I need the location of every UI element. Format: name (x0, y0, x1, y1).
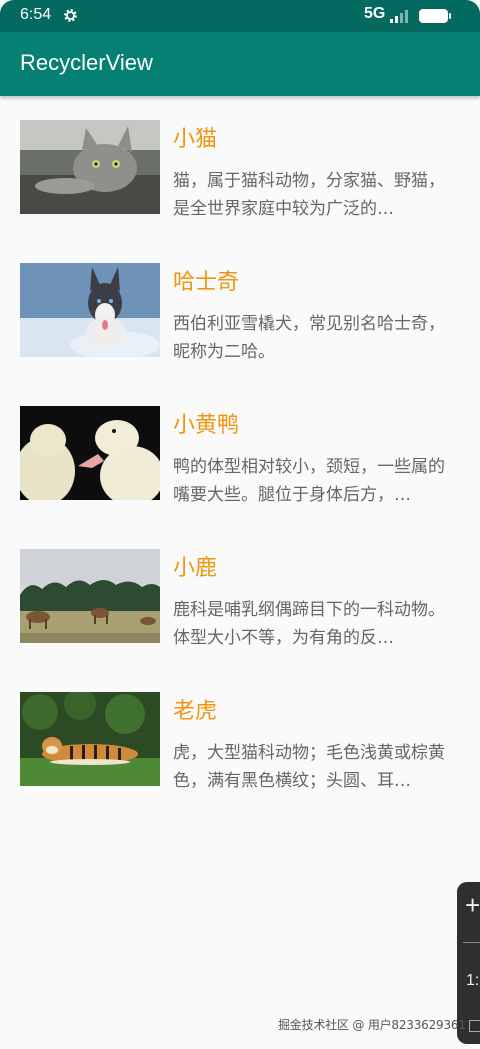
item-title: 哈士奇 (173, 270, 240, 295)
item-description: 猫，属于猫科动物，分家猫、野猫，是全世界家庭中较为广泛的… (173, 171, 445, 219)
item-description: 鸭的体型相对较小，颈短，一些属的嘴要大些。腿位于身体后方，… (173, 457, 445, 505)
settings-gear-icon (64, 9, 77, 22)
list-item[interactable]: 小鹿 鹿科是哺乳纲偶蹄目下的一科动物。体型大小不等，为有角的反… (20, 525, 460, 648)
panel-divider (463, 942, 480, 943)
app-bar: RecyclerView (0, 32, 480, 96)
item-description: 虎，大型猫科动物；毛色浅黄或棕黄色，满有黑色横纹；头圆、耳… (173, 743, 445, 791)
list-item[interactable]: 老虎 虎，大型猫科动物；毛色浅黄或棕黄色，满有黑色横纹；头圆、耳… (20, 668, 460, 791)
item-description: 鹿科是哺乳纲偶蹄目下的一科动物。体型大小不等，为有角的反… (173, 600, 445, 648)
list-item[interactable]: 小黄鸭 鸭的体型相对较小，颈短，一些属的嘴要大些。腿位于身体后方，… (20, 382, 460, 505)
zoom-in-button[interactable]: + (465, 890, 480, 921)
battery-icon (419, 9, 451, 23)
watermark: 掘金技术社区 @ 用户8233629361 (278, 1018, 466, 1032)
ratio-label: 1: (466, 972, 480, 989)
app-title: RecyclerView (20, 50, 153, 75)
status-bar: 6:54 5G (0, 0, 480, 32)
item-title: 老虎 (173, 699, 218, 724)
item-title: 小猫 (173, 127, 218, 152)
kitten-photo (20, 120, 160, 214)
status-time: 6:54 (20, 6, 52, 23)
list-item[interactable]: 哈士奇 西伯利亚雪橇犬，常见别名哈士奇，昵称为二哈。 (20, 239, 460, 362)
signal-icon (390, 10, 408, 23)
network-type: 5G (364, 5, 386, 22)
tiger-photo (20, 692, 160, 786)
window-icon[interactable] (469, 1020, 480, 1032)
list-item[interactable]: 小猫 猫，属于猫科动物，分家猫、野猫，是全世界家庭中较为广泛的… (20, 96, 460, 219)
item-description: 西伯利亚雪橇犬，常见别名哈士奇，昵称为二哈。 (173, 314, 445, 362)
item-title: 小鹿 (173, 556, 218, 581)
husky-photo (20, 263, 160, 357)
item-title: 小黄鸭 (173, 413, 240, 438)
ducklings-photo (20, 406, 160, 500)
deer-photo (20, 549, 160, 643)
